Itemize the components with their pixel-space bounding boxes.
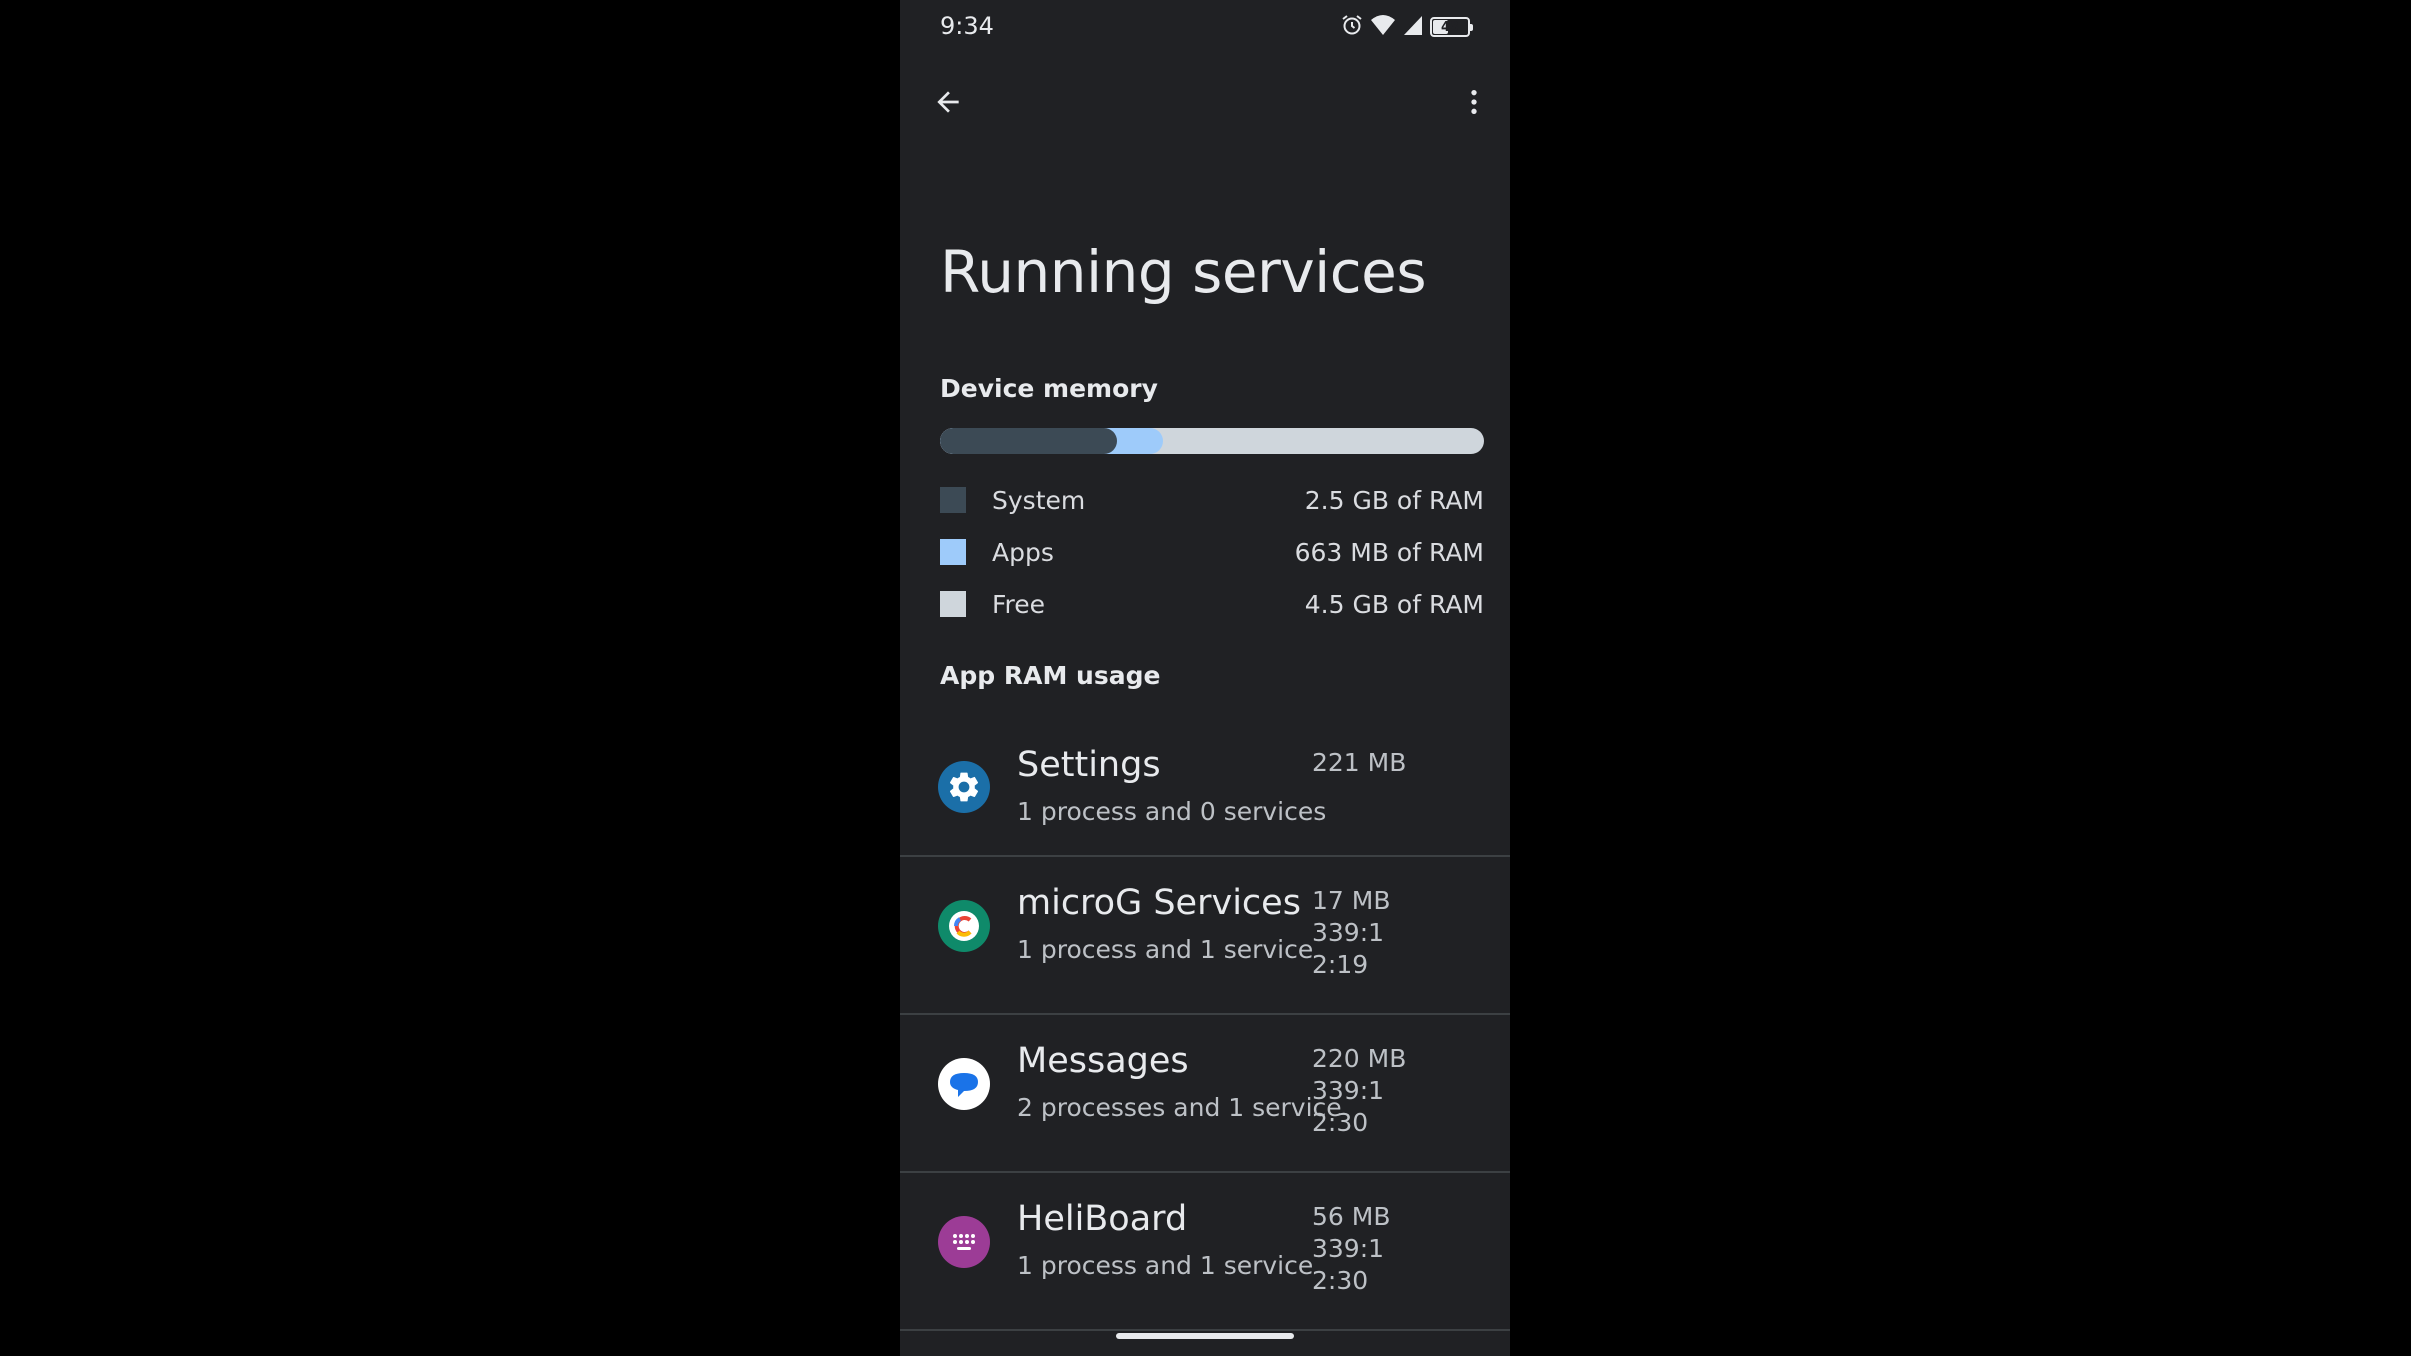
app-running-time: 339:12:19 — [1312, 918, 1385, 979]
more-options-button[interactable] — [1450, 78, 1498, 126]
more-vert-icon — [1471, 90, 1477, 114]
settings-gear-icon — [938, 761, 990, 813]
app-list: Settings 1 process and 0 services 221 MB… — [900, 725, 1510, 1331]
app-name: Settings — [1017, 745, 1161, 785]
app-memory-meta: 220 MB 339:12:30 — [1312, 1043, 1408, 1139]
legend-value: 2.5 GB of RAM — [1304, 485, 1484, 515]
app-bar — [900, 72, 1510, 132]
app-running-time: 339:12:30 — [1312, 1234, 1385, 1295]
free-swatch — [940, 591, 966, 617]
list-item-messages[interactable]: Messages 2 processes and 1 service 220 M… — [900, 1015, 1510, 1173]
app-process-info: 1 process and 1 service — [1017, 935, 1314, 964]
app-memory-size: 17 MB — [1312, 886, 1391, 915]
battery-level-text: 43 — [1440, 19, 1460, 35]
app-name: Messages — [1017, 1041, 1189, 1081]
memory-legend: System 2.5 GB of RAM Apps 663 MB of RAM … — [940, 474, 1484, 630]
keyboard-icon — [938, 1216, 990, 1268]
legend-label: System — [992, 485, 1086, 515]
app-process-info: 1 process and 1 service — [1017, 1251, 1314, 1280]
page-title: Running services — [940, 238, 1427, 306]
legend-value: 4.5 GB of RAM — [1304, 589, 1484, 619]
legend-row-system: System 2.5 GB of RAM — [940, 474, 1484, 526]
status-time: 9:34 — [940, 12, 994, 40]
app-memory-meta: 17 MB 339:12:19 — [1312, 885, 1408, 981]
wifi-icon — [1370, 14, 1396, 40]
app-name: microG Services — [1017, 883, 1301, 923]
app-process-info: 2 processes and 1 service — [1017, 1093, 1342, 1122]
legend-label: Apps — [992, 537, 1054, 567]
list-item-settings[interactable]: Settings 1 process and 0 services 221 MB — [900, 725, 1510, 857]
alarm-icon — [1340, 13, 1364, 41]
apps-swatch — [940, 539, 966, 565]
gesture-nav-handle[interactable] — [1116, 1333, 1294, 1339]
legend-value: 663 MB of RAM — [1294, 537, 1484, 567]
app-running-time: 339:12:30 — [1312, 1076, 1385, 1137]
device-memory-header: Device memory — [940, 374, 1158, 403]
app-memory-meta: 56 MB 339:12:30 — [1312, 1201, 1408, 1297]
memory-bar-system-segment — [940, 428, 1117, 454]
memory-usage-bar — [940, 428, 1484, 454]
microg-icon — [938, 900, 990, 952]
legend-row-free: Free 4.5 GB of RAM — [940, 578, 1484, 630]
system-swatch — [940, 487, 966, 513]
app-name: HeliBoard — [1017, 1199, 1188, 1239]
list-item-microg-services[interactable]: microG Services 1 process and 1 service … — [900, 857, 1510, 1015]
messages-icon — [938, 1058, 990, 1110]
legend-row-apps: Apps 663 MB of RAM — [940, 526, 1484, 578]
back-button[interactable] — [924, 78, 972, 126]
legend-label: Free — [992, 589, 1046, 619]
phone-screen: 9:34 43 Running services Device memory S… — [900, 0, 1510, 1356]
app-ram-usage-header: App RAM usage — [940, 661, 1161, 690]
app-memory-size: 220 MB — [1312, 1044, 1407, 1073]
list-item-heliboard[interactable]: HeliBoard 1 process and 1 service 56 MB … — [900, 1173, 1510, 1331]
status-bar: 9:34 43 — [900, 0, 1510, 56]
battery-icon: 43 — [1430, 17, 1473, 37]
app-memory-size: 221 MB — [1312, 748, 1407, 777]
app-memory-size: 56 MB — [1312, 1202, 1391, 1231]
app-memory-meta: 221 MB — [1312, 747, 1408, 779]
arrow-back-icon — [937, 91, 959, 113]
app-process-info: 1 process and 0 services — [1017, 797, 1327, 826]
status-icons: 43 — [1340, 13, 1473, 41]
signal-icon — [1402, 14, 1424, 40]
